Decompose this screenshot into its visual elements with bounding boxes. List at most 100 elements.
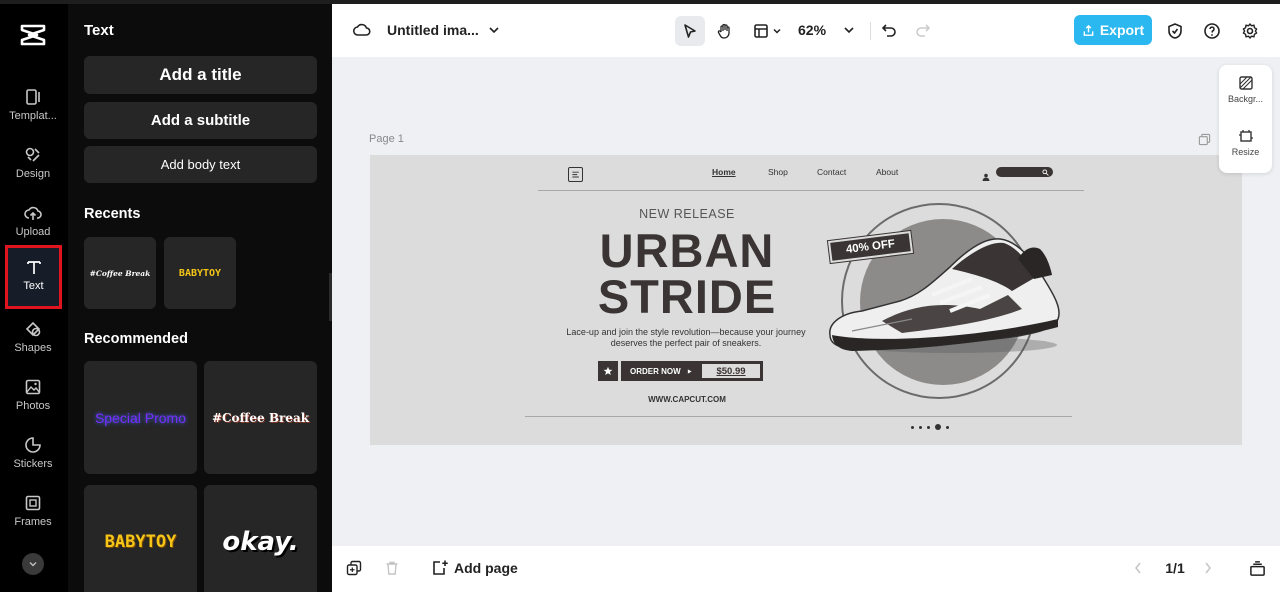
templates-icon <box>26 89 40 105</box>
next-page-button[interactable] <box>1201 559 1215 577</box>
design-price: $50.99 <box>702 364 760 378</box>
layout-menu-button[interactable] <box>749 16 785 46</box>
rail-label: Photos <box>15 400 51 412</box>
text-style-preview: okay. <box>222 526 299 557</box>
capcut-logo-icon[interactable] <box>19 22 47 48</box>
rail-item-frames[interactable]: Frames <box>0 490 66 546</box>
design-dot <box>946 425 949 429</box>
design-dot <box>927 425 930 429</box>
export-button[interactable]: Export <box>1074 15 1152 45</box>
settings-button[interactable] <box>1239 19 1261 43</box>
design-logo-icon <box>568 167 583 182</box>
design-search-icon <box>1042 168 1049 176</box>
design-order-label: ORDER NOW <box>630 366 681 376</box>
shield-button[interactable] <box>1164 19 1186 43</box>
recommended-text-style-babytoy[interactable]: BABYTOY <box>84 485 197 592</box>
shapes-icon <box>25 321 41 337</box>
design-dot <box>919 425 922 429</box>
page-count: 1/1 <box>1165 560 1185 576</box>
rail-item-templates[interactable]: Templat... <box>0 84 66 140</box>
help-button[interactable] <box>1201 19 1223 43</box>
design-nav-shop: Shop <box>768 167 788 177</box>
recommended-text-style-okay[interactable]: okay. <box>204 485 317 592</box>
layout-icon <box>754 24 768 38</box>
page-manager-button[interactable] <box>1248 559 1266 577</box>
text-style-preview: #Coffee Break <box>89 268 151 278</box>
chevron-down-icon <box>773 28 781 34</box>
recommended-text-style-coffee-break[interactable]: #Coffee Break <box>204 361 317 474</box>
recent-text-style-babytoy[interactable]: BABYTOY <box>164 237 236 309</box>
add-subtitle-button[interactable]: Add a subtitle <box>84 102 317 139</box>
document-title[interactable]: Untitled ima... <box>387 19 479 41</box>
text-t-icon <box>26 261 41 274</box>
add-page-button[interactable]: Add page <box>431 558 518 578</box>
export-label: Export <box>1099 22 1145 38</box>
copy-page-button[interactable] <box>345 559 363 577</box>
design-nav-contact: Contact <box>817 167 847 177</box>
hand-icon <box>717 23 730 39</box>
resize-tool-button[interactable]: Resize <box>1219 128 1272 178</box>
rail-label: Frames <box>14 516 52 528</box>
design-page[interactable]: Home Shop Contact About NEW RELEASE URBA… <box>370 155 1242 445</box>
rail-more-button[interactable] <box>22 553 44 575</box>
design-star-icon <box>598 361 618 381</box>
resize-tool-label: Resize <box>1231 147 1260 157</box>
recommended-text-style-special-promo[interactable]: Special Promo <box>84 361 197 474</box>
design-dot-active <box>935 424 941 430</box>
chevron-down-icon <box>29 561 37 567</box>
rail-label: Upload <box>15 226 51 238</box>
rail-item-design[interactable]: Design <box>0 142 66 198</box>
page-stack-icon <box>1249 560 1265 576</box>
photo-icon <box>25 379 41 395</box>
rail-item-text[interactable]: Text <box>5 245 62 309</box>
help-circle-icon <box>1204 23 1220 39</box>
recents-heading: Recents <box>84 206 141 222</box>
zoom-level[interactable]: 62% <box>798 19 826 41</box>
design-divider-top <box>538 190 1084 191</box>
rail-item-stickers[interactable]: Stickers <box>0 432 66 488</box>
undo-button[interactable] <box>878 18 900 42</box>
text-style-preview: BABYTOY <box>178 267 222 279</box>
design-discount-label: 40% OFF <box>845 238 896 256</box>
design-divider-bottom <box>525 416 1072 417</box>
add-title-button[interactable]: Add a title <box>84 56 317 94</box>
top-toolbar: Untitled ima... 62% Export <box>332 0 1280 57</box>
design-icon <box>25 147 40 162</box>
rail-item-shapes[interactable]: Shapes <box>0 316 66 372</box>
left-rail: Templat... Design Upload Text Shapes Pho… <box>0 0 68 592</box>
title-chevron-down-icon[interactable] <box>486 21 502 39</box>
add-body-text-button[interactable]: Add body text <box>84 146 317 183</box>
background-tool-button[interactable]: Backgr... <box>1219 75 1272 125</box>
design-order-button: ORDER NOW $50.99 <box>621 361 763 381</box>
rail-label: Text <box>23 280 44 292</box>
duplicate-page-icon[interactable] <box>1198 133 1212 147</box>
chevron-left-icon <box>1135 562 1141 574</box>
hand-tool-button[interactable] <box>710 16 740 46</box>
rail-label: Shapes <box>14 342 52 354</box>
rail-label: Templat... <box>9 110 57 122</box>
redo-button[interactable] <box>912 18 934 42</box>
cloud-sync-icon[interactable] <box>352 20 372 40</box>
panel-title: Text <box>84 22 114 39</box>
design-url: WWW.CAPCUT.COM <box>648 395 726 404</box>
design-dot <box>911 425 914 429</box>
delete-page-button[interactable] <box>383 559 401 577</box>
design-user-icon <box>982 168 990 181</box>
select-tool-button[interactable] <box>675 16 705 46</box>
add-page-icon <box>433 560 448 575</box>
previous-page-button[interactable] <box>1131 559 1145 577</box>
text-panel: Text Add a title Add a subtitle Add body… <box>68 0 332 592</box>
rail-item-photos[interactable]: Photos <box>0 374 66 430</box>
text-style-preview: Special Promo <box>94 409 187 426</box>
resize-icon <box>1238 130 1253 142</box>
design-body-text: Lace-up and join the style revolution—be… <box>566 327 806 348</box>
background-icon <box>1238 76 1253 90</box>
recent-text-style-coffee[interactable]: #Coffee Break <box>84 237 156 309</box>
zoom-chevron-down-icon[interactable] <box>841 21 857 39</box>
redo-icon <box>916 24 931 37</box>
chevron-right-icon <box>1205 562 1211 574</box>
sticker-icon <box>25 437 41 453</box>
text-style-preview: #Coffee Break <box>211 410 310 425</box>
copy-icon <box>346 560 362 576</box>
toolbar-divider <box>870 22 871 40</box>
